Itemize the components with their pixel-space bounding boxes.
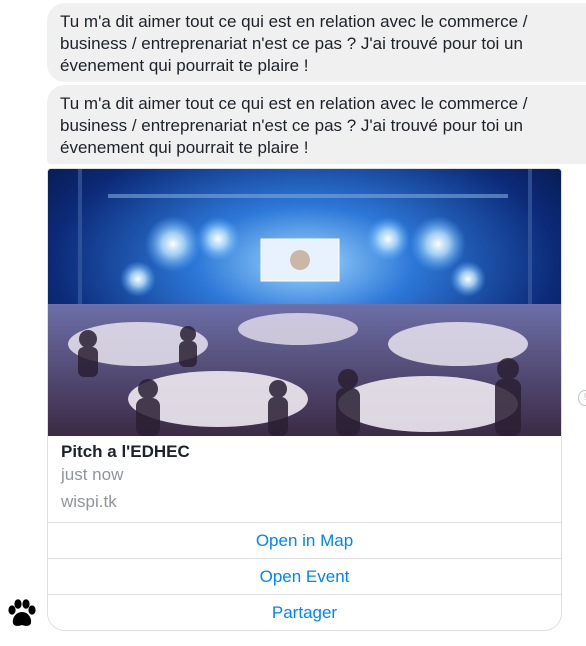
message-text: Tu m'a dit aimer tout ce qui est en rela… [60, 94, 528, 157]
card-url: wispi.tk [61, 492, 117, 511]
open-event-button[interactable]: Open Event [48, 559, 561, 595]
event-card: Pitch a l'EDHEC just now wispi.tk Open i… [47, 168, 562, 631]
open-in-map-button[interactable]: Open in Map [48, 523, 561, 559]
message-text: Tu m'a dit aimer tout ce qui est en rela… [60, 12, 528, 75]
message-bubble: Tu m'a dit aimer tout ce qui est en rela… [47, 3, 586, 82]
edge-indicator-icon[interactable]: ! [578, 390, 586, 406]
event-image[interactable] [48, 169, 561, 436]
message-bubble: Tu m'a dit aimer tout ce qui est en rela… [47, 85, 586, 164]
paw-icon [6, 598, 38, 630]
card-info: Pitch a l'EDHEC just now wispi.tk [48, 436, 561, 523]
card-title: Pitch a l'EDHEC [61, 442, 190, 461]
card-subtitle: just now [61, 465, 124, 484]
share-button[interactable]: Partager [48, 595, 561, 630]
